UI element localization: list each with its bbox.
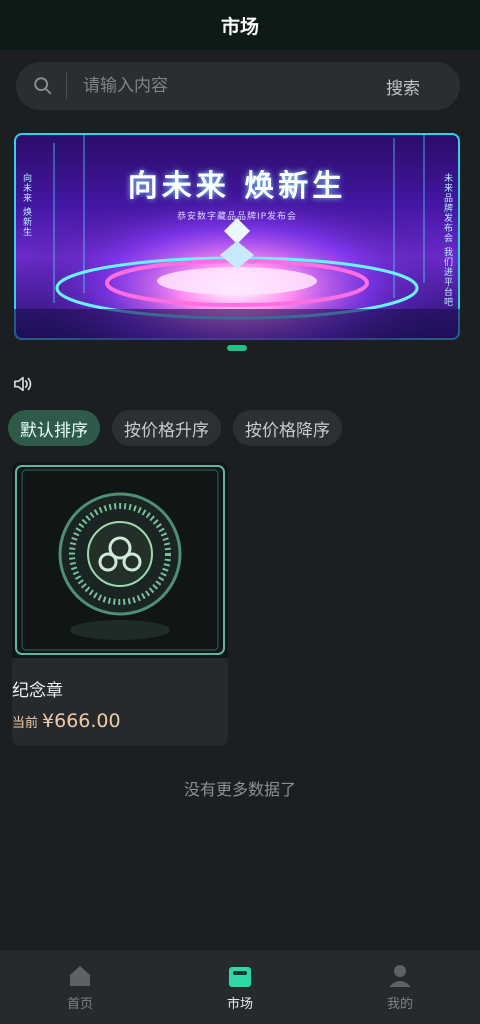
product-price: 当前 ¥666.00 — [12, 710, 121, 732]
price-value: ¥666.00 — [42, 710, 121, 732]
search-icon — [34, 77, 52, 95]
product-card[interactable] — [12, 462, 228, 746]
search-input[interactable] — [81, 75, 386, 97]
market-icon — [229, 966, 251, 987]
banner-side-text-left: 向未来 焕新生 — [21, 173, 31, 237]
product-image — [12, 462, 228, 658]
sort-options: 默认排序 按价格升序 按价格降序 — [8, 410, 342, 446]
banner-subtitle: 恭安数字藏品品牌IP发布会 — [176, 212, 298, 222]
speaker-icon — [13, 376, 32, 392]
sort-price-desc-button[interactable]: 按价格降序 — [233, 410, 342, 446]
sort-price-asc-button[interactable]: 按价格升序 — [112, 410, 221, 446]
tab-label-home: 首页 — [66, 996, 93, 1012]
tab-label-profile: 我的 — [386, 996, 413, 1012]
bottom-tab-bar: 首页 市场 我的 — [0, 950, 480, 1024]
tab-profile[interactable]: 我的 — [320, 950, 480, 1024]
banner-title: 向未来 焕新生 — [127, 169, 347, 204]
sort-default-button[interactable]: 默认排序 — [8, 410, 100, 446]
product-name: 纪念章 — [12, 681, 63, 701]
home-icon — [70, 965, 90, 986]
promo-banner[interactable]: 向未来 焕新生 恭安数字藏品品牌IP发布会 向未来 焕新生 未来品牌发布会 我们… — [14, 133, 460, 340]
search-button[interactable]: 搜索 — [386, 74, 420, 99]
search-bar[interactable]: 搜索 — [16, 62, 460, 110]
tab-label-market: 市场 — [226, 996, 253, 1012]
app-header: 市场 — [0, 0, 480, 50]
banner-side-text-right: 未来品牌发布会 我们进平台吧 — [442, 173, 452, 307]
carousel-indicator[interactable] — [227, 345, 247, 351]
tab-market[interactable]: 市场 — [160, 950, 320, 1024]
profile-icon — [389, 964, 411, 987]
page-title: 市场 — [220, 15, 259, 38]
search-divider — [66, 73, 67, 99]
price-label: 当前 — [12, 716, 39, 731]
tab-home[interactable]: 首页 — [0, 950, 160, 1024]
list-end-text: 没有更多数据了 — [183, 780, 296, 799]
